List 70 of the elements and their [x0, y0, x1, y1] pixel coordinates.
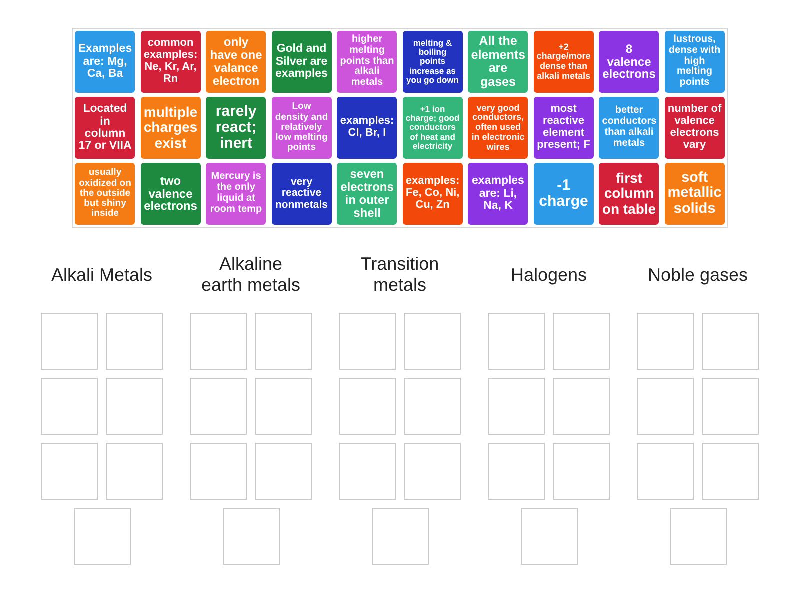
answer-card[interactable]: two valence electrons — [140, 163, 201, 225]
drop-box[interactable] — [74, 508, 130, 565]
drop-box[interactable] — [372, 508, 428, 565]
drop-box[interactable] — [637, 378, 694, 435]
drop-box[interactable] — [190, 443, 247, 500]
drop-box[interactable] — [339, 378, 396, 435]
group-heading: Noble gases — [648, 264, 748, 286]
answer-card[interactable]: Gold and Silver are examples — [272, 31, 332, 93]
answer-card[interactable]: usually oxidized on the outside but shiny inside — [75, 163, 136, 225]
drop-box[interactable] — [404, 313, 461, 370]
drop-box[interactable] — [41, 378, 98, 435]
answer-card[interactable]: Low density and relatively low melting points — [272, 97, 332, 159]
answer-card[interactable]: Examples are: Mg, Ca, Ba — [75, 31, 136, 93]
answer-card[interactable]: seven electrons in outer shell — [337, 163, 398, 225]
answer-card[interactable]: very reactive nonmetals — [272, 163, 332, 225]
answer-card[interactable]: soft metallic solids — [664, 163, 725, 225]
drop-box[interactable] — [553, 443, 610, 500]
answer-card[interactable]: examples: Fe, Co, Ni, Cu, Zn — [402, 163, 463, 225]
drop-box[interactable] — [553, 378, 610, 435]
drop-box[interactable] — [106, 443, 163, 500]
answer-card[interactable]: All the elements are gases — [468, 31, 528, 93]
drop-box[interactable] — [255, 378, 312, 435]
drop-box[interactable] — [637, 313, 694, 370]
drop-box[interactable] — [488, 378, 545, 435]
drop-box[interactable] — [255, 443, 312, 500]
answer-card[interactable]: +1 ion charge; good conductors of heat and electricity — [402, 97, 463, 159]
drop-box[interactable] — [553, 313, 610, 370]
drop-box[interactable] — [190, 378, 247, 435]
drop-box[interactable] — [520, 508, 578, 565]
answer-card[interactable]: very good conductors, often used in electronic wires — [468, 97, 528, 159]
answer-card[interactable]: examples: Cl, Br, I — [337, 97, 398, 159]
group-heading: Transition metals — [360, 254, 440, 296]
answer-card[interactable]: 8 valence electrons — [599, 31, 660, 93]
answer-card[interactable]: first column on table — [599, 163, 660, 225]
answer-card[interactable]: +2 charge/more dense than alkali metals — [534, 31, 594, 93]
drop-box[interactable] — [106, 313, 163, 370]
answer-card[interactable]: most reactive element present; F — [534, 97, 594, 159]
drop-box[interactable] — [702, 443, 759, 500]
drop-box[interactable] — [106, 378, 163, 435]
answer-card[interactable]: number of valence electrons vary — [664, 97, 725, 159]
drop-box[interactable] — [222, 508, 280, 565]
answer-card[interactable]: Mercury is the only liquid at room temp — [206, 163, 266, 225]
answer-card[interactable]: only have one valance electron — [206, 31, 266, 93]
answer-card[interactable]: melting & boiling points increase as you go down — [402, 31, 463, 93]
drop-box[interactable] — [488, 443, 545, 500]
drop-box[interactable] — [339, 313, 396, 370]
drop-box[interactable] — [41, 313, 98, 370]
drop-box[interactable] — [404, 378, 461, 435]
answer-card[interactable]: multiple charges exist — [140, 97, 201, 159]
group-heading: Halogens — [510, 264, 588, 286]
answer-card[interactable]: lustrous, dense with high melting points — [664, 31, 725, 93]
drop-box[interactable] — [339, 443, 396, 500]
drop-box[interactable] — [41, 443, 98, 500]
drop-box[interactable] — [404, 443, 461, 500]
drop-box[interactable] — [702, 313, 759, 370]
group-heading: Alkaline earth metals — [200, 254, 302, 296]
drop-box[interactable] — [637, 443, 694, 500]
answer-card[interactable]: Located in column 17 or VIIA — [75, 97, 136, 159]
drop-box[interactable] — [190, 313, 247, 370]
drop-box[interactable] — [255, 313, 312, 370]
group-heading: Alkali Metals — [51, 264, 153, 286]
answer-card[interactable]: common examples: Ne, Kr, Ar, Rn — [140, 31, 201, 93]
answer-card[interactable]: examples are: Li, Na, K — [468, 163, 528, 225]
drop-box[interactable] — [488, 313, 545, 370]
answer-card[interactable]: -1 charge — [534, 163, 594, 225]
drop-box[interactable] — [702, 378, 759, 435]
answer-card[interactable]: rarely react; inert — [206, 97, 266, 159]
drop-box[interactable] — [670, 508, 726, 565]
answer-card[interactable]: higher melting points than alkali metals — [337, 31, 398, 93]
answer-card[interactable]: better conductors than alkali metals — [599, 97, 660, 159]
